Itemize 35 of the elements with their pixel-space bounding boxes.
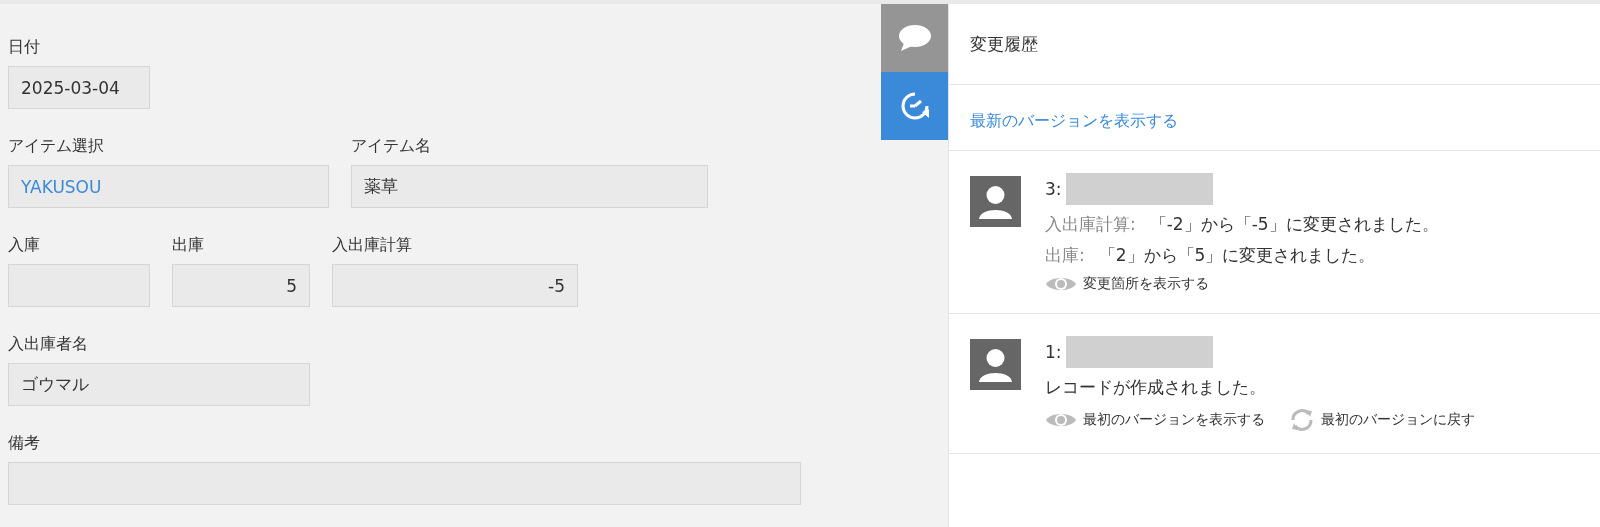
field-label: アイテム名: [351, 135, 432, 157]
version-number: 3:: [1045, 179, 1062, 199]
field-label: 入出庫計算: [332, 234, 413, 256]
input-field[interactable]: 5: [172, 264, 310, 307]
version-number: 1:: [1045, 342, 1062, 362]
panel-title: 変更履歴: [970, 32, 1038, 56]
changed-field-name: 入出庫計算:: [1045, 213, 1136, 236]
field-label: 備考: [8, 432, 41, 454]
input-field[interactable]: 2025-03-04: [8, 66, 150, 109]
field-label: 入庫: [8, 234, 41, 256]
history-action-link[interactable]: 最初のバージョンを表示する: [1045, 407, 1265, 433]
field-label: 出庫: [172, 234, 205, 256]
avatar-icon: [970, 339, 1021, 390]
side-tab[interactable]: [881, 4, 948, 72]
input-field[interactable]: [8, 462, 801, 505]
changed-field-name: 出庫:: [1045, 244, 1085, 267]
eye-icon: [1045, 411, 1077, 429]
history-message: レコードが作成されました。: [1045, 376, 1266, 399]
change-description: 「2」から「5」に変更されました。: [1098, 244, 1376, 267]
latest-version-link[interactable]: 最新のバージョンを表示する: [970, 111, 1178, 132]
side-tab[interactable]: [881, 72, 948, 140]
avatar-icon: [970, 176, 1021, 227]
field-label: 日付: [8, 36, 41, 58]
field-label: 入出庫者名: [8, 333, 89, 355]
refresh-icon: [1289, 407, 1315, 433]
input-field[interactable]: [8, 264, 150, 307]
change-description: 「-2」から「-5」に変更されました。: [1149, 213, 1439, 236]
speech-bubble-icon: [897, 24, 932, 52]
input-field[interactable]: 薬草: [351, 165, 708, 208]
history-action-link[interactable]: 最初のバージョンに戻す: [1289, 407, 1475, 433]
input-field[interactable]: -5: [332, 264, 578, 307]
history-action-link[interactable]: 変更箇所を表示する: [1045, 275, 1209, 293]
eye-icon: [1045, 275, 1077, 293]
input-field[interactable]: ゴウマル: [8, 363, 310, 406]
field-label: アイテム選択: [8, 135, 105, 157]
